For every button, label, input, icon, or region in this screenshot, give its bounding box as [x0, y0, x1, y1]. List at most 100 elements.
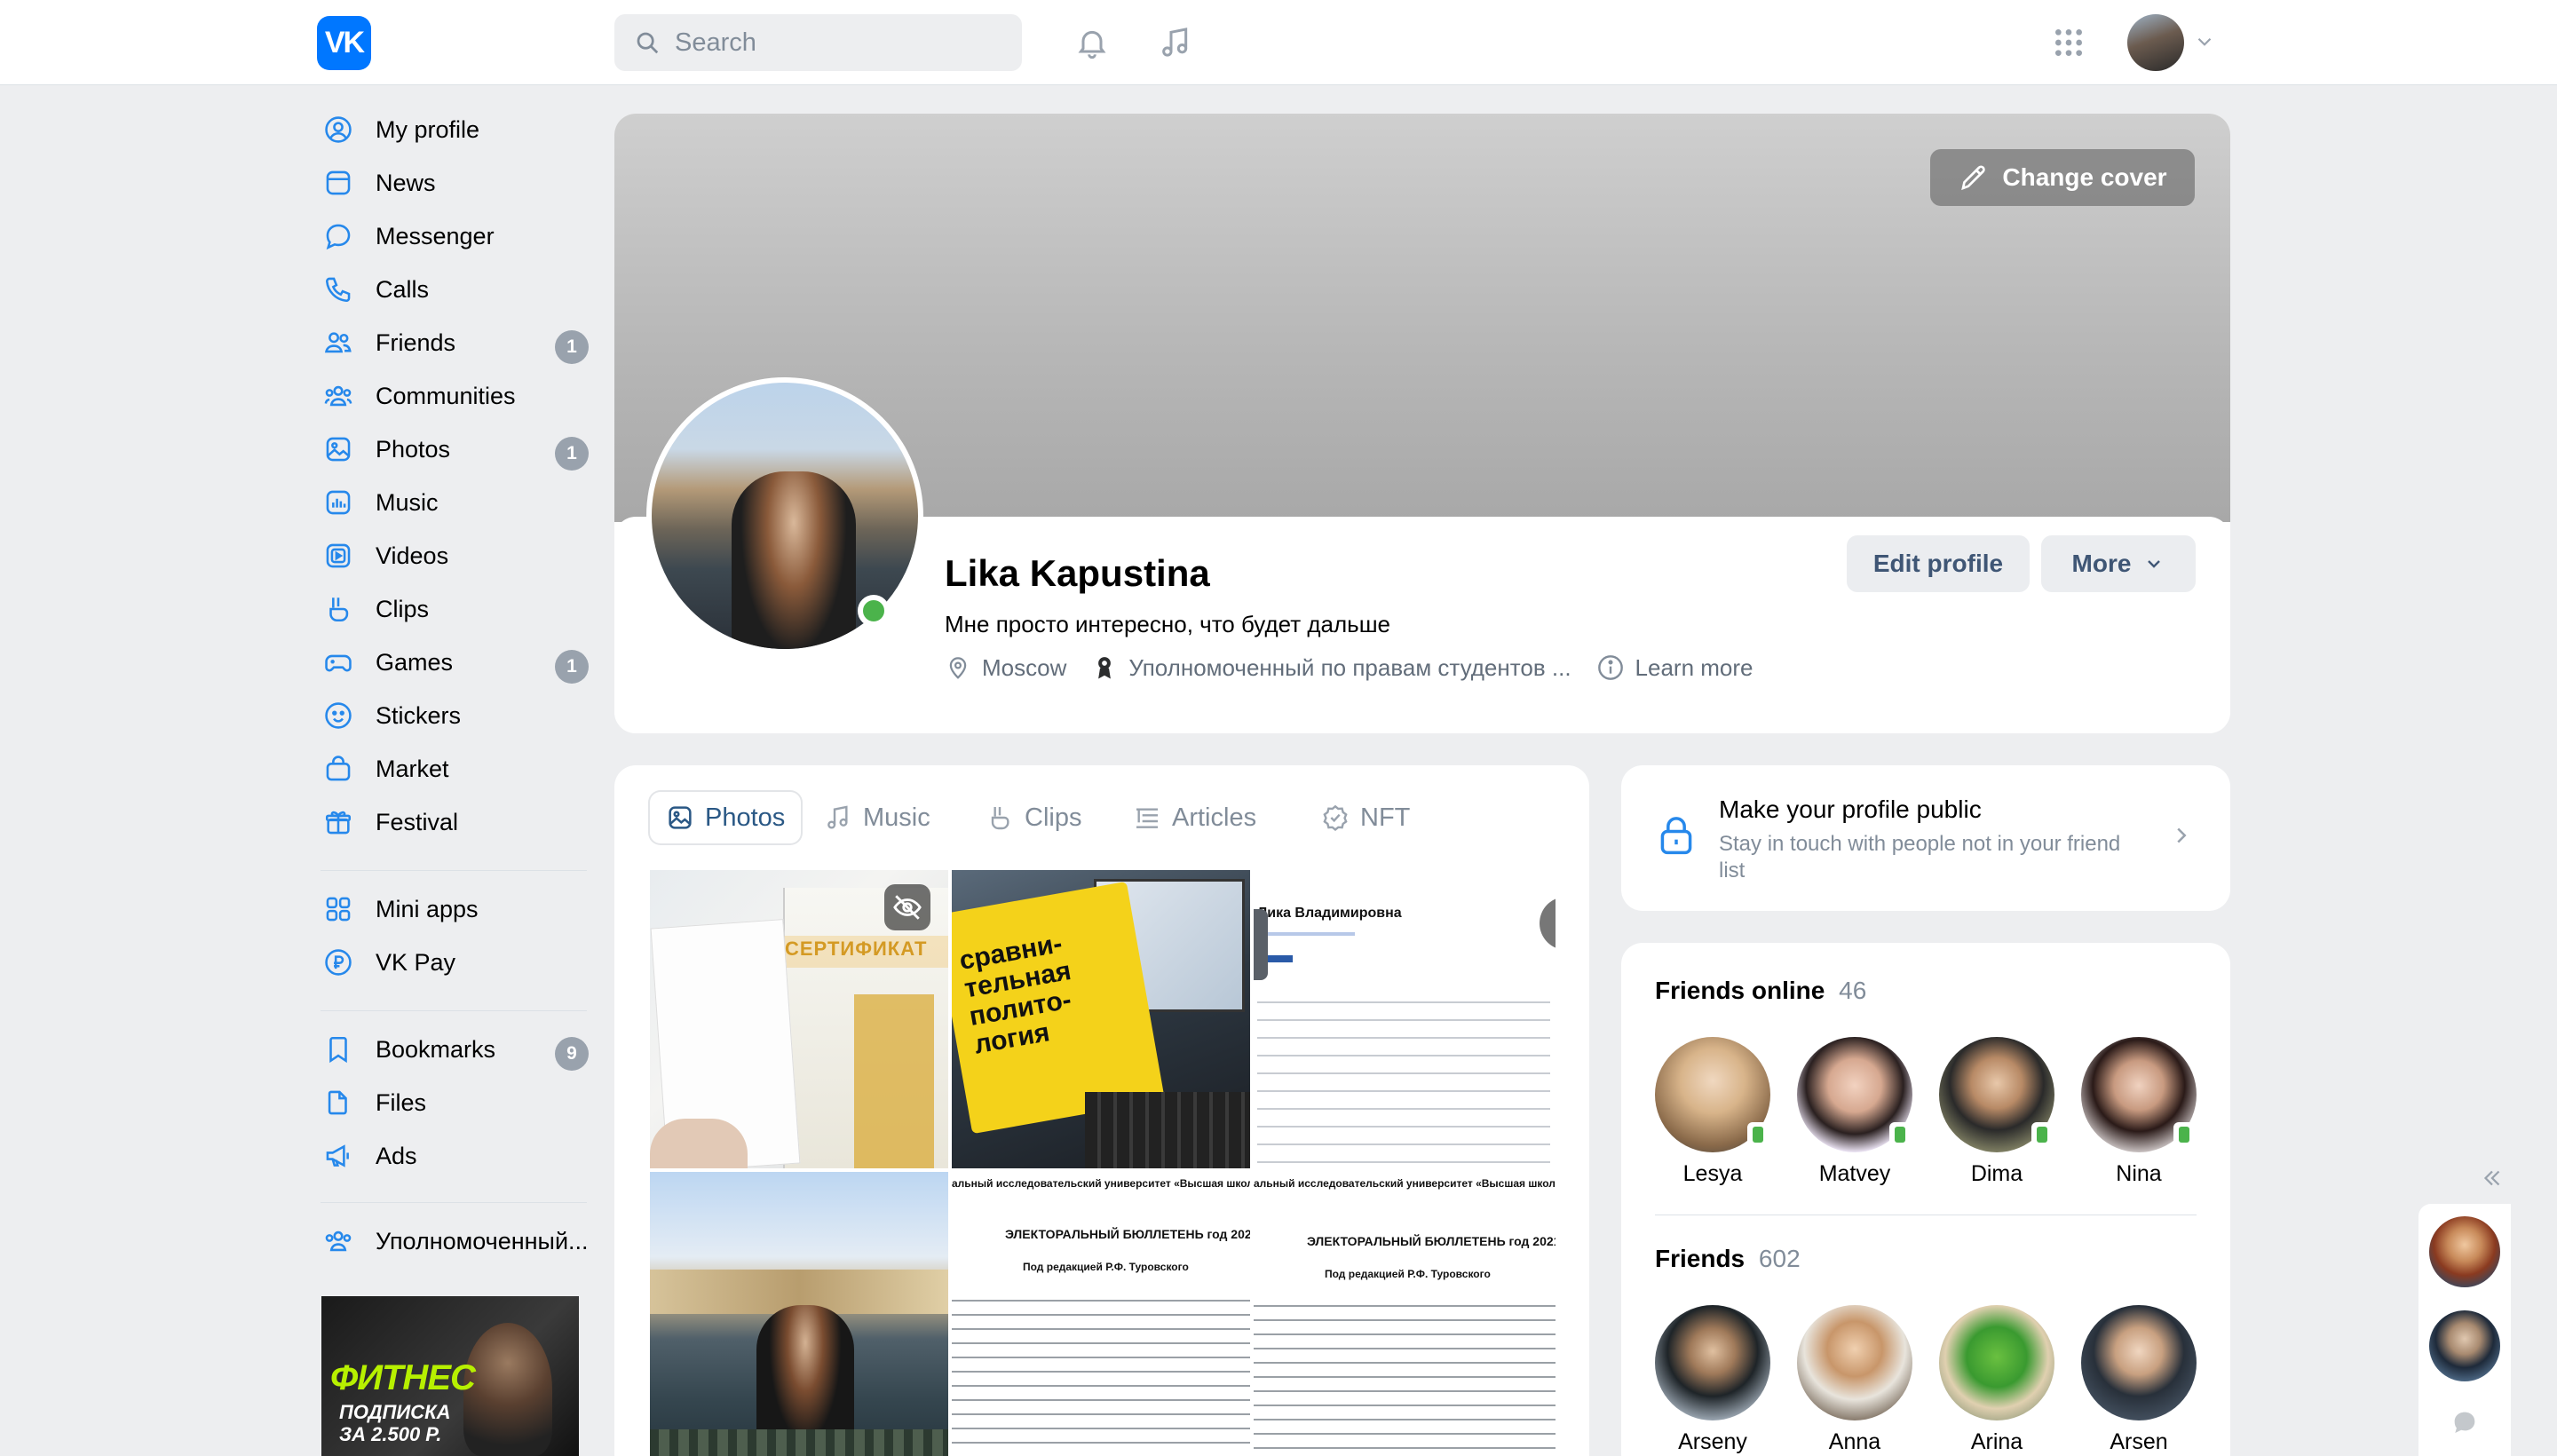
- sidebar-item-label: Messenger: [376, 222, 495, 249]
- sidebar-item-label: Files: [376, 1088, 427, 1116]
- sidebar-item-label: Ads: [376, 1142, 417, 1169]
- learn-more-link[interactable]: Learn more: [1596, 653, 1753, 682]
- tab-nft[interactable]: NFT: [1305, 792, 1426, 843]
- edit-profile-button[interactable]: Edit profile: [1847, 535, 2030, 592]
- sidebar-item-calls[interactable]: Calls: [317, 265, 592, 314]
- photo-caption: СЕРТИФИКАТ: [785, 938, 928, 960]
- sidebar-item-files[interactable]: Files: [317, 1078, 592, 1128]
- sidebar-item-news[interactable]: News: [317, 158, 592, 208]
- sidebar-item-music[interactable]: Music: [317, 478, 592, 527]
- tab-music[interactable]: Music: [808, 792, 946, 843]
- change-cover-button[interactable]: Change cover: [1930, 149, 2195, 206]
- make-public-card[interactable]: Make your profile public Stay in touch w…: [1621, 765, 2230, 911]
- sidebar-item-messenger[interactable]: Messenger: [317, 211, 592, 261]
- sidebar-item-label: Friends: [376, 328, 456, 356]
- video-icon: [321, 538, 356, 574]
- friend-item[interactable]: Arsen: [2081, 1305, 2197, 1455]
- make-public-subtitle: Stay in touch with people not in your fr…: [1719, 832, 2121, 882]
- friend-name: Dima: [1970, 1161, 2023, 1186]
- photo-thumbnail[interactable]: СЕРТИФИКАТ: [650, 870, 948, 1168]
- sidebar-item-bookmarks[interactable]: Bookmarks 9: [317, 1025, 592, 1074]
- chat-avatar[interactable]: [2429, 1216, 2500, 1287]
- sidebar-item-festival[interactable]: Festival: [317, 797, 592, 847]
- tab-articles[interactable]: Articles: [1117, 792, 1272, 843]
- communities-icon: [321, 1223, 356, 1259]
- friend-avatar: [1939, 1305, 2054, 1420]
- friend-item[interactable]: Dima: [1939, 1037, 2054, 1187]
- city[interactable]: Moscow: [945, 654, 1066, 682]
- chevron-right-icon: [2168, 822, 2195, 853]
- grid-icon: [321, 891, 356, 927]
- sidebar-item-label: Calls: [376, 275, 430, 303]
- friends-online-header[interactable]: Friends online 46: [1655, 977, 1866, 1005]
- sidebar-item-ads[interactable]: Ads: [317, 1131, 592, 1181]
- friend-item[interactable]: Arseny: [1655, 1305, 1770, 1455]
- ad-line: ЗА 2.500 Р.: [339, 1423, 442, 1445]
- friend-item[interactable]: Nina: [2081, 1037, 2197, 1187]
- file-icon: [321, 1085, 356, 1120]
- document-editor: Под редакцией Р.Ф. Туровского: [1023, 1261, 1189, 1273]
- sidebar-item-market[interactable]: Market: [317, 744, 592, 794]
- photo-thumbnail[interactable]: альный исследовательский университет «Вы…: [952, 1172, 1250, 1456]
- photo-thumbnail[interactable]: сравни-тельная полито-логия: [952, 870, 1250, 1168]
- more-button[interactable]: More: [2041, 535, 2196, 592]
- ad-subtitle: ПОДПИСКА ЗА 2.500 Р.: [339, 1401, 450, 1445]
- hidden-eye-icon: [884, 884, 930, 930]
- bag-icon: [321, 751, 356, 787]
- sidebar-item-friends[interactable]: Friends 1: [317, 318, 592, 368]
- sidebar-divider: [321, 1010, 587, 1011]
- music-note-icon[interactable]: [1154, 21, 1197, 64]
- friend-name: Nina: [2116, 1161, 2162, 1186]
- sidebar-item-stickers[interactable]: Stickers: [317, 691, 592, 740]
- bell-icon[interactable]: [1071, 21, 1113, 64]
- friend-avatar: [1655, 1037, 1770, 1152]
- sidebar-item-label: Photos: [376, 435, 451, 463]
- sidebar-item-photos[interactable]: Photos 1: [317, 424, 592, 474]
- profile-name: Lika Kapustina: [945, 552, 1210, 594]
- photo-caption: Лика Владимировна: [1257, 906, 1402, 921]
- chat-avatar[interactable]: [2429, 1310, 2500, 1381]
- ad-banner[interactable]: ФИТНЕС ПОДПИСКА ЗА 2.500 Р.: [321, 1296, 579, 1456]
- photo-thumbnail[interactable]: [650, 1172, 948, 1456]
- ad-image: [463, 1323, 552, 1456]
- avatar[interactable]: [2127, 14, 2184, 71]
- city-label: Moscow: [982, 653, 1067, 681]
- chevron-down-icon[interactable]: [2193, 30, 2216, 58]
- document-editor: Под редакцией Р.Ф. Туровского: [1325, 1268, 1491, 1280]
- photo-thumbnail[interactable]: альный исследовательский университет «Вы…: [1254, 1172, 1556, 1456]
- friend-item[interactable]: Matvey: [1797, 1037, 1912, 1187]
- friend-item[interactable]: Lesya: [1655, 1037, 1770, 1187]
- chevron-down-icon: [2148, 560, 2161, 568]
- apps-grid-icon[interactable]: [2047, 21, 2090, 64]
- collapse-chevrons-icon[interactable]: [2477, 1165, 2507, 1196]
- sidebar-divider: [321, 870, 587, 871]
- tab-label: NFT: [1360, 803, 1411, 832]
- sidebar-item-community-link[interactable]: Уполномоченный...: [317, 1216, 592, 1266]
- friend-item[interactable]: Anna: [1797, 1305, 1912, 1455]
- friends-header[interactable]: Friends 602: [1655, 1245, 1801, 1273]
- sidebar-item-clips[interactable]: Clips: [317, 584, 592, 634]
- music-icon: [321, 485, 356, 520]
- badge-ribbon-icon: [1098, 657, 1112, 679]
- sidebar-item-games[interactable]: Games 1: [317, 637, 592, 687]
- sidebar-item-videos[interactable]: Videos: [317, 531, 592, 581]
- friend-item[interactable]: Arina: [1939, 1305, 2054, 1455]
- tab-photos[interactable]: Photos: [650, 792, 802, 843]
- top-bar: VK: [0, 0, 2557, 85]
- chat-bubble-icon[interactable]: [2450, 1408, 2479, 1441]
- sidebar-divider: [321, 1202, 587, 1203]
- sidebar-item-mini-apps[interactable]: Mini apps: [317, 884, 592, 934]
- gamepad-icon: [321, 645, 356, 680]
- mobile-icon: [1747, 1122, 1769, 1147]
- role[interactable]: Уполномоченный по правам студентов ...: [1091, 654, 1571, 682]
- sidebar-item-label: Games: [376, 648, 454, 676]
- search-icon: [637, 32, 659, 54]
- search-box[interactable]: [614, 14, 1022, 71]
- sidebar-item-my-profile[interactable]: My profile: [317, 105, 592, 154]
- photo-thumbnail[interactable]: Лика Владимировна: [1254, 870, 1556, 1168]
- vk-logo[interactable]: VK: [317, 16, 371, 70]
- tab-clips[interactable]: Clips: [970, 792, 1097, 843]
- sidebar-item-vk-pay[interactable]: VK Pay: [317, 938, 592, 987]
- search-input[interactable]: [675, 28, 994, 58]
- sidebar-item-communities[interactable]: Communities: [317, 371, 592, 421]
